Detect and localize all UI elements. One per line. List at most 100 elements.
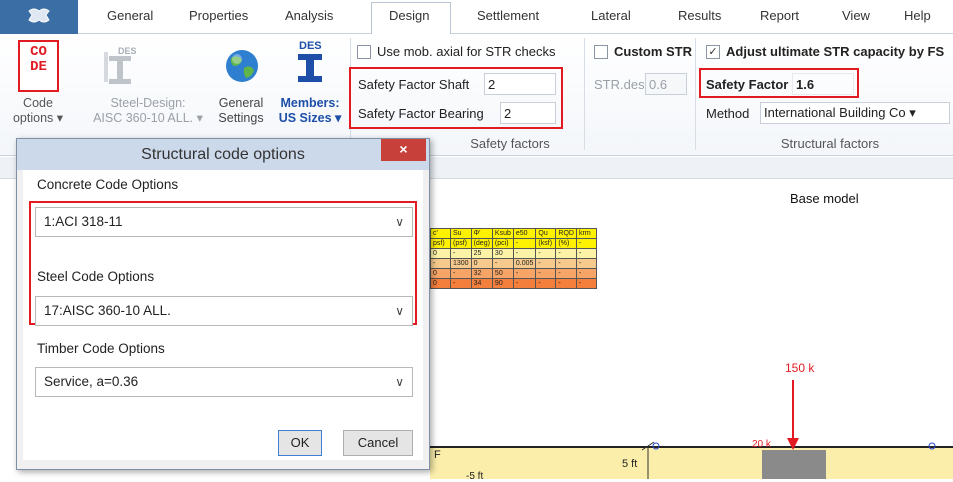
table-cell: - bbox=[450, 268, 472, 279]
table-cell: - bbox=[575, 268, 597, 279]
custom-str-checkbox[interactable]: Custom STR bbox=[594, 44, 692, 59]
table-cell: 0 bbox=[430, 278, 451, 289]
tab-design[interactable]: Design bbox=[389, 8, 429, 23]
concrete-code-select[interactable]: 1:ACI 318-11 ∨ bbox=[35, 207, 413, 237]
app-menu-button[interactable] bbox=[0, 0, 78, 34]
table-cell: - bbox=[575, 258, 597, 269]
steel-code-label: Steel Code Options bbox=[37, 269, 155, 284]
tab-analysis[interactable]: Analysis bbox=[285, 8, 333, 23]
table-cell: c' bbox=[430, 228, 451, 239]
chevron-down-icon: ∨ bbox=[395, 304, 404, 318]
checkbox-box[interactable] bbox=[594, 44, 608, 59]
node-marker-icon bbox=[652, 442, 660, 450]
adjust-ultimate-checkbox[interactable]: ✓ Adjust ultimate STR capacity by FS bbox=[706, 44, 944, 59]
tab-help[interactable]: Help bbox=[904, 8, 931, 23]
table-cell: 0 bbox=[470, 258, 493, 269]
general-settings-button[interactable]: General Settings bbox=[214, 96, 268, 126]
check-icon[interactable]: ✓ bbox=[706, 44, 720, 59]
table-cell: - bbox=[535, 258, 557, 269]
soil-layer bbox=[430, 446, 953, 479]
table-row: 0-34 90- - - - bbox=[430, 278, 597, 289]
timber-code-select[interactable]: Service, a=0.36 ∨ bbox=[35, 367, 413, 397]
safety-factor-input[interactable] bbox=[792, 73, 854, 95]
table-cell: - bbox=[430, 258, 451, 269]
table-cell: - bbox=[555, 258, 577, 269]
table-cell: e50 bbox=[512, 228, 537, 239]
table-cell: - bbox=[512, 238, 537, 249]
method-dropdown[interactable]: International Building Co ▾ bbox=[760, 102, 950, 124]
steel-design-button[interactable]: Steel-Design: AISC 360-10 ALL. ▾ bbox=[84, 96, 212, 126]
method-label: Method bbox=[706, 106, 750, 121]
tab-view[interactable]: View bbox=[842, 8, 870, 23]
str-des-label: STR.des bbox=[594, 77, 645, 92]
table-cell: - bbox=[555, 278, 577, 289]
members-button[interactable]: Members: US Sizes ▾ bbox=[276, 96, 344, 126]
timber-code-label: Timber Code Options bbox=[37, 341, 165, 356]
table-cell: (deg) bbox=[470, 238, 493, 249]
depth-label: -5 ft bbox=[466, 471, 484, 482]
tab-properties[interactable]: Properties bbox=[189, 8, 248, 23]
members-beam-icon: DES bbox=[290, 40, 330, 88]
table-cell: 32 bbox=[470, 268, 493, 279]
table-cell: - bbox=[555, 248, 577, 259]
horizontal-load-label: 20 k bbox=[752, 439, 771, 450]
ribbon-separator bbox=[584, 38, 585, 150]
cancel-button[interactable]: Cancel bbox=[343, 430, 413, 456]
safety-factor-label: Safety Factor bbox=[706, 77, 789, 92]
table-cell: 0 bbox=[430, 268, 451, 279]
tab-lateral[interactable]: Lateral bbox=[591, 8, 631, 23]
table-cell: 0.005 bbox=[512, 258, 537, 269]
table-cell: (psf) bbox=[450, 238, 472, 249]
table-cell: 1300 bbox=[450, 258, 472, 269]
safety-factor-bearing-label: Safety Factor Bearing bbox=[358, 106, 484, 121]
use-mob-axial-checkbox[interactable]: Use mob. axial for STR checks bbox=[357, 44, 555, 59]
table-cell: - bbox=[450, 248, 472, 259]
concrete-code-label: Concrete Code Options bbox=[37, 177, 179, 192]
safety-factor-bearing-input[interactable] bbox=[500, 102, 556, 124]
steel-code-select[interactable]: 17:AISC 360-10 ALL. ∨ bbox=[35, 296, 413, 326]
table-cell: (%) bbox=[555, 238, 577, 249]
table-cell: - bbox=[555, 268, 577, 279]
tab-results[interactable]: Results bbox=[678, 8, 721, 23]
dimension-label: 5 ft bbox=[622, 458, 638, 470]
code-options-button[interactable]: Code options ▾ bbox=[12, 96, 64, 126]
chevron-down-icon: ∨ bbox=[395, 215, 404, 229]
safety-factors-group-label: Safety factors bbox=[470, 136, 550, 151]
globe-icon bbox=[222, 44, 262, 86]
table-cell: 34 bbox=[470, 278, 493, 289]
safety-factor-shaft-input[interactable] bbox=[484, 73, 556, 95]
table-cell: RQD bbox=[555, 228, 577, 239]
code-options-highlight[interactable]: CO DE bbox=[18, 40, 59, 92]
table-cell: Φ' bbox=[470, 228, 493, 239]
table-cell: 0 bbox=[430, 248, 451, 259]
table-cell: - bbox=[491, 258, 514, 269]
tab-settlement[interactable]: Settlement bbox=[477, 8, 539, 23]
table-cell: (ksf) bbox=[535, 238, 557, 249]
soil-properties-table: c' Su Φ' Ksub e50 Qu RQD krm psf) (psf) (deg) (pci)… bbox=[430, 228, 597, 289]
structural-factors-group-label: Structural factors bbox=[780, 136, 880, 151]
load-arrow-icon bbox=[787, 380, 799, 450]
table-cell: - bbox=[575, 238, 597, 249]
str-des-input[interactable] bbox=[645, 73, 687, 95]
load-label: 150 k bbox=[785, 361, 815, 375]
tab-report[interactable]: Report bbox=[760, 8, 799, 23]
table-cell: 50 bbox=[491, 268, 514, 279]
close-icon[interactable]: × bbox=[381, 139, 426, 161]
table-cell: - bbox=[535, 268, 557, 279]
table-cell: 90 bbox=[491, 278, 514, 289]
tab-general[interactable]: General bbox=[107, 8, 153, 23]
table-cell: - bbox=[575, 248, 597, 259]
ok-button[interactable]: OK bbox=[278, 430, 322, 456]
table-cell: - bbox=[450, 278, 472, 289]
checkbox-box[interactable] bbox=[357, 44, 371, 59]
layer-label: F bbox=[434, 449, 441, 461]
steel-design-icon: DES bbox=[102, 42, 142, 88]
code-icon: CO DE bbox=[30, 44, 47, 75]
table-cell: (pci) bbox=[491, 238, 514, 249]
table-cell: krm bbox=[575, 228, 597, 239]
table-cell: - bbox=[512, 268, 537, 279]
dialog-title: Structural code options bbox=[141, 146, 305, 163]
foundation-block bbox=[762, 450, 826, 479]
table-cell: - bbox=[535, 248, 557, 259]
table-cell: Ksub bbox=[491, 228, 514, 239]
